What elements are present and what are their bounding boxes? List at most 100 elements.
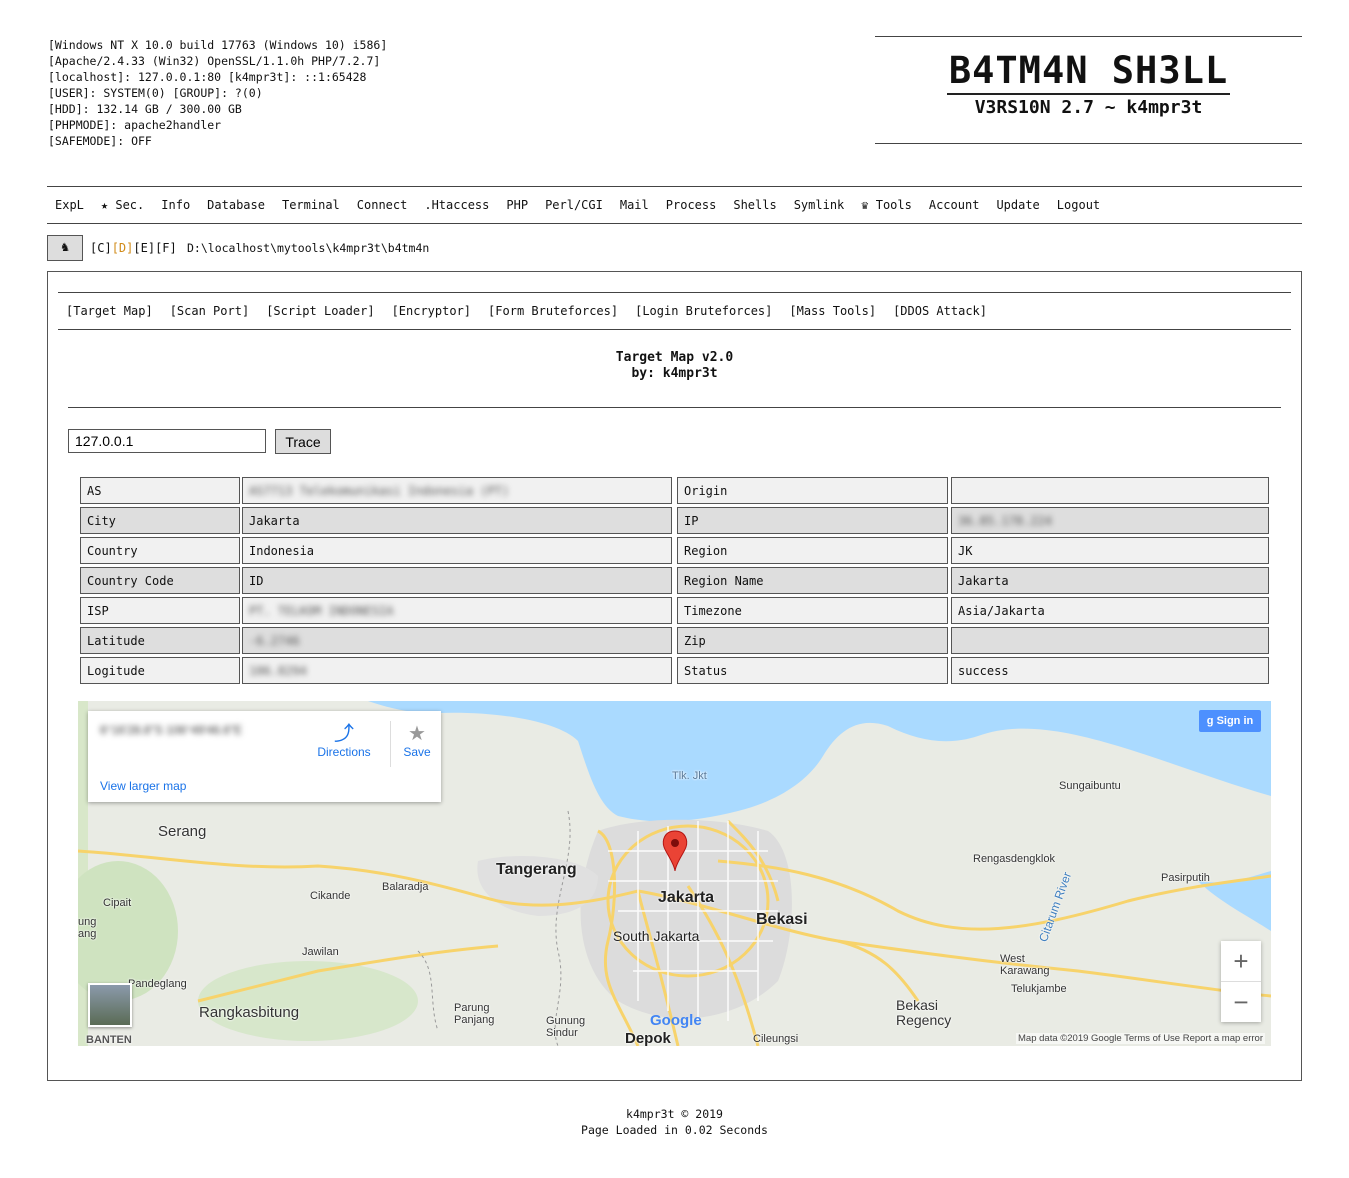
nav-item[interactable]: Shells — [733, 198, 776, 212]
map-label-bekasi-regency: Bekasi Regency — [896, 997, 952, 1028]
map-label-bekasi: Bekasi — [756, 911, 808, 928]
trace-button[interactable]: Trace — [275, 429, 331, 454]
nav-item[interactable]: Mail — [620, 198, 649, 212]
nav-item[interactable]: Info — [161, 198, 190, 212]
info-value: success — [951, 657, 1269, 684]
zoom-control: + − — [1221, 941, 1261, 1022]
info-value: Jakarta — [242, 507, 672, 534]
load-time: Page Loaded in 0.02 Seconds — [581, 1123, 768, 1137]
info-label: Zip — [677, 627, 948, 654]
tool-tab[interactable]: [Form Bruteforces] — [488, 304, 618, 318]
info-value: JK — [951, 537, 1269, 564]
tool-tab[interactable]: [Scan Port] — [170, 304, 249, 318]
map-label-gunung-sindur: Gunung Sindur — [546, 1015, 586, 1039]
tool-tab[interactable]: [Target Map] — [66, 304, 153, 318]
info-label: Latitude — [80, 627, 240, 654]
drive-link[interactable]: [E] — [133, 241, 155, 255]
info-value: 106.8294 — [242, 657, 672, 684]
nav-item[interactable]: Terminal — [282, 198, 340, 212]
nav-item[interactable]: ♛ Tools — [861, 198, 912, 212]
tool-tab[interactable]: [Script Loader] — [266, 304, 374, 318]
info-label-text: Country — [87, 544, 138, 558]
tool-heading: Target Map v2.0 by: k4mpr3t — [48, 350, 1301, 382]
map-label-jawilan: Jawilan — [302, 946, 339, 958]
map-label-cipait: Cipait — [103, 897, 132, 909]
info-label: AS — [80, 477, 240, 504]
info-value: Indonesia — [242, 537, 672, 564]
ip-input[interactable] — [68, 429, 266, 453]
save-button[interactable]: ★ Save — [397, 723, 437, 759]
info-value-text: JK — [958, 544, 973, 558]
view-larger-map-link[interactable]: View larger map — [100, 779, 186, 793]
info-value — [951, 627, 1269, 654]
info-label-text: City — [87, 514, 116, 528]
nav-item[interactable]: Process — [666, 198, 717, 212]
info-label-text: Logitude — [87, 664, 145, 678]
sign-in-button[interactable]: g Sign in — [1199, 710, 1261, 732]
info-label-text: Region — [684, 544, 728, 558]
map-label-telukjambe: Telukjambe — [1011, 983, 1067, 995]
info-value-text: Asia/Jakarta — [958, 604, 1045, 618]
map-label-serang: Serang — [158, 823, 207, 840]
nav-item[interactable]: ExpL — [55, 198, 84, 212]
nav-item[interactable]: Logout — [1057, 198, 1100, 212]
map-label-ung-ang: ung ang — [78, 916, 97, 940]
map-label-west-karawang: West Karawang — [1000, 953, 1050, 977]
drive-link[interactable]: [F] — [155, 241, 177, 255]
info-label: Logitude — [80, 657, 240, 684]
map-embed[interactable]: Tlk. Jkt Serang Tangerang Jakarta South Jaka… — [78, 701, 1271, 1046]
tools-toolbar: [Target Map] [Scan Port] [Script Loader] [E… — [58, 292, 1291, 330]
info-label: Region Name — [677, 567, 948, 594]
tool-tab[interactable]: [Login Bruteforces] — [635, 304, 772, 318]
nav-item[interactable]: Perl/CGI — [545, 198, 603, 212]
tool-title: Target Map v2.0 — [615, 350, 734, 365]
info-label-text: Timezone — [684, 604, 742, 618]
map-label-jakarta: Jakarta — [658, 889, 715, 906]
tool-tab[interactable]: [DDOS Attack] — [893, 304, 987, 318]
zoom-in-button[interactable]: + — [1221, 941, 1261, 981]
nav-item[interactable]: Account — [929, 198, 980, 212]
nav-item[interactable]: Update — [996, 198, 1039, 212]
nav-item[interactable]: Connect — [357, 198, 408, 212]
nav-item[interactable]: .Htaccess — [424, 198, 489, 212]
info-label: Origin — [677, 477, 948, 504]
info-value-text: 106.8294 — [249, 664, 307, 678]
system-info: [Windows NT X 10.0 build 17763 (Windows … — [48, 37, 387, 149]
info-value: AS7713 Telekomunikasi Indonesia (PT) — [242, 477, 672, 504]
nav-item[interactable]: ★ Sec. — [101, 198, 144, 212]
star-icon: ★ — [408, 723, 426, 745]
tool-tab[interactable]: [Encryptor] — [392, 304, 471, 318]
card-separator — [390, 721, 391, 767]
drive-link[interactable]: [C] — [90, 241, 112, 255]
info-value: 36.85.178.224 — [951, 507, 1269, 534]
drive-link[interactable]: [D] — [112, 241, 134, 255]
nav-item[interactable]: PHP — [506, 198, 528, 212]
info-value — [951, 477, 1269, 504]
map-label-rengasdengklok: Rengasdengklok — [973, 853, 1055, 865]
map-label-rangkasbitung: Rangkasbitung — [199, 1004, 300, 1021]
brand-subtitle: V3RS10N 2.7 ~ k4mpr3t — [974, 97, 1203, 118]
map-coordinates: 6°16'28.8"S 106°49'46.6"E — [100, 723, 243, 737]
map-label-depok: Depok — [625, 1030, 671, 1046]
home-button[interactable]: ♞ — [47, 235, 83, 261]
info-value-text: AS7713 Telekomunikasi Indonesia (PT) — [249, 484, 510, 498]
tool-panel: [Target Map] [Scan Port] [Script Loader] [E… — [47, 271, 1302, 1081]
tool-tab[interactable]: [Mass Tools] — [789, 304, 876, 318]
street-view-thumbnail[interactable] — [88, 983, 132, 1027]
google-g-icon: g — [1206, 715, 1214, 727]
info-value: Asia/Jakarta — [951, 597, 1269, 624]
map-info-card: 6°16'28.8"S 106°49'46.6"E ⤴ Directions ★… — [88, 711, 441, 802]
info-value-text: success — [958, 664, 1009, 678]
save-label: Save — [403, 745, 431, 759]
nav-item[interactable]: Database — [207, 198, 265, 212]
nav-item[interactable]: Symlink — [794, 198, 845, 212]
map-label-tlk-jkt: Tlk. Jkt — [672, 770, 707, 782]
map-label-sungaibuntu: Sungaibuntu — [1059, 780, 1121, 792]
info-value: Jakarta — [951, 567, 1269, 594]
directions-icon: ⤴ — [334, 723, 354, 745]
zoom-out-button[interactable]: − — [1221, 982, 1261, 1022]
map-attribution[interactable]: Map data ©2019 Google Terms of Use Repor… — [1016, 1033, 1265, 1044]
info-label: Country — [80, 537, 240, 564]
directions-button[interactable]: ⤴ Directions — [316, 723, 372, 759]
info-label: Region — [677, 537, 948, 564]
